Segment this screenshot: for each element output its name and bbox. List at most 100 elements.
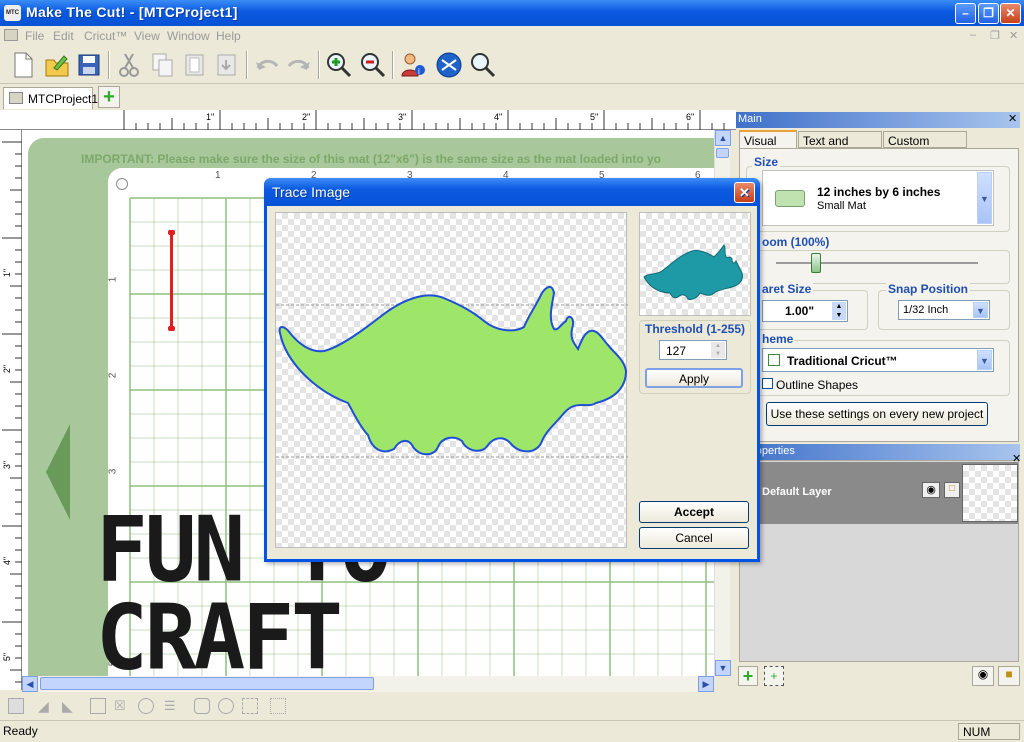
outline-shapes-checkbox[interactable] <box>762 378 773 389</box>
show-all-layers-icon[interactable]: ◉ <box>972 666 994 686</box>
v-scroll-thumb[interactable] <box>716 148 729 158</box>
status-bar: Ready NUM <box>0 720 1024 742</box>
minimize-button[interactable]: – <box>955 3 976 24</box>
v-ruler-mark: 5" <box>2 652 13 662</box>
threshold-input[interactable]: 127 ▲ ▼ <box>659 340 727 360</box>
menu-view[interactable]: View <box>134 29 160 43</box>
tab-text-and-fonts[interactable]: Text and Fonts <box>798 131 882 162</box>
spin-up-icon[interactable]: ▲ <box>832 302 846 311</box>
menu-file[interactable]: File <box>25 29 44 43</box>
union-icon[interactable] <box>194 698 210 714</box>
layer-row-default[interactable]: Default Layer ◉ □ <box>740 462 1018 524</box>
weld-icon[interactable]: ☒ <box>114 698 130 714</box>
menu-help[interactable]: Help <box>216 29 241 43</box>
panel-close-icon[interactable]: ✕ <box>1008 112 1017 125</box>
user-info-icon[interactable]: i <box>398 50 428 80</box>
accept-button[interactable]: Accept <box>639 501 749 523</box>
main-panel-title: Main <box>738 113 762 125</box>
horizontal-scrollbar[interactable]: ◀ ▶ <box>22 676 714 692</box>
flip-vertical-icon[interactable]: ◣ <box>62 698 80 714</box>
cut-icon[interactable] <box>114 50 144 80</box>
zoom-in-icon[interactable] <box>324 50 354 80</box>
mdi-close-icon[interactable]: ✕ <box>1009 29 1018 42</box>
document-tab-row: MTCProject1 + <box>0 84 736 110</box>
subtract-icon[interactable] <box>242 698 258 714</box>
h-ruler-mark: 2" <box>302 112 311 122</box>
doc-menu-icon[interactable] <box>4 29 18 41</box>
tab-visual-mat[interactable]: Visual Mat <box>739 130 797 162</box>
zoom-out-icon[interactable] <box>358 50 388 80</box>
intersect-icon[interactable] <box>218 698 234 714</box>
mdi-minimize-icon[interactable]: – <box>970 29 976 41</box>
scroll-right-icon[interactable]: ▶ <box>698 676 714 692</box>
new-document-icon[interactable] <box>8 50 38 80</box>
menu-cricut[interactable]: Cricut™ <box>84 29 127 43</box>
spin-up-icon[interactable]: ▲ <box>711 342 725 350</box>
menu-window[interactable]: Window <box>167 29 210 43</box>
scroll-left-icon[interactable]: ◀ <box>22 676 38 692</box>
align-icon[interactable] <box>8 698 24 714</box>
lock-icon[interactable]: □ <box>944 482 960 498</box>
tab-custom-shapes[interactable]: Custom Shapes <box>883 131 967 162</box>
tab-mtcproject1[interactable]: MTCProject1 <box>3 87 98 109</box>
add-layer-button[interactable]: + <box>738 666 758 686</box>
eye-icon[interactable]: ◉ <box>922 482 940 498</box>
cut-send-icon[interactable] <box>434 50 464 80</box>
order-icon[interactable]: ☰ <box>164 698 182 714</box>
save-icon[interactable] <box>74 50 104 80</box>
apply-button[interactable]: Apply <box>645 368 743 388</box>
apply-label: Apply <box>678 372 710 386</box>
close-button[interactable]: ✕ <box>1000 3 1021 24</box>
redo-icon[interactable] <box>284 50 314 80</box>
copy-icon[interactable] <box>148 50 178 80</box>
undo-icon[interactable] <box>252 50 282 80</box>
v-ruler-mark: 4" <box>2 556 13 566</box>
mat-thumbnail-icon <box>775 190 805 207</box>
node-edit-icon[interactable] <box>270 698 286 714</box>
app-icon: MTC <box>4 5 21 21</box>
v-ruler-mark: 3" <box>2 460 13 470</box>
menu-edit[interactable]: Edit <box>53 29 74 43</box>
right-panel: Main ✕ Visual Mat Text and Fonts Custom … <box>736 110 1024 720</box>
flip-horizontal-icon[interactable]: ◢ <box>38 698 56 714</box>
cancel-button[interactable]: Cancel <box>639 527 749 549</box>
duplicate-layer-button[interactable]: + <box>764 666 784 686</box>
dinosaur-outline <box>278 286 628 456</box>
mat-number: 1 <box>215 170 221 181</box>
use-settings-label: Use these settings on every new project <box>770 407 984 421</box>
add-tab-button[interactable]: + <box>98 86 120 108</box>
paste-in-place-icon[interactable] <box>212 50 242 80</box>
lock-all-layers-icon[interactable]: ■ <box>998 666 1020 686</box>
paste-icon[interactable] <box>180 50 210 80</box>
open-folder-icon[interactable] <box>42 50 72 80</box>
h-scroll-thumb[interactable] <box>40 677 374 690</box>
scroll-down-icon[interactable]: ▼ <box>715 660 731 676</box>
shape-circle-icon[interactable] <box>138 698 154 714</box>
spin-down-icon[interactable]: ▼ <box>711 350 725 358</box>
mdi-restore-icon[interactable]: ❐ <box>990 29 1000 42</box>
use-settings-button[interactable]: Use these settings on every new project <box>766 402 988 426</box>
dinosaur-thumbnail-shape <box>643 244 743 300</box>
size-subtitle: Small Mat <box>817 200 866 212</box>
mat-origin-handle[interactable] <box>116 178 128 190</box>
restore-button[interactable]: ❐ <box>978 3 999 24</box>
mat-size-select[interactable]: 12 inches by 6 inches Small Mat ▼ <box>762 170 994 226</box>
zoom-slider-thumb[interactable] <box>811 253 822 273</box>
group-icon[interactable] <box>90 698 106 714</box>
theme-swatch-icon <box>768 354 780 366</box>
theme-select[interactable]: Traditional Cricut™ ▼ <box>762 348 994 372</box>
watermark-line-2: CRAFT <box>96 585 343 676</box>
mat-scroll-left-arrow[interactable] <box>44 422 72 522</box>
dialog-close-button[interactable]: ✕ <box>734 182 755 203</box>
h-ruler-mark: 4" <box>494 112 503 122</box>
spin-down-icon[interactable]: ▼ <box>832 311 846 320</box>
snap-position-select[interactable]: 1/32 Inch ▼ <box>898 300 990 320</box>
layer-panel-close-icon[interactable]: ✕ <box>1012 452 1021 465</box>
zoom-slider-track[interactable] <box>776 262 978 264</box>
caret-size-value: 1.00" <box>785 304 815 318</box>
trace-preview-area[interactable] <box>275 212 628 548</box>
magnifier-icon[interactable] <box>468 50 498 80</box>
scroll-up-icon[interactable]: ▲ <box>715 130 731 146</box>
num-lock-indicator: NUM <box>958 723 1020 740</box>
caret-size-input[interactable]: 1.00" ▲ ▼ <box>762 300 848 322</box>
